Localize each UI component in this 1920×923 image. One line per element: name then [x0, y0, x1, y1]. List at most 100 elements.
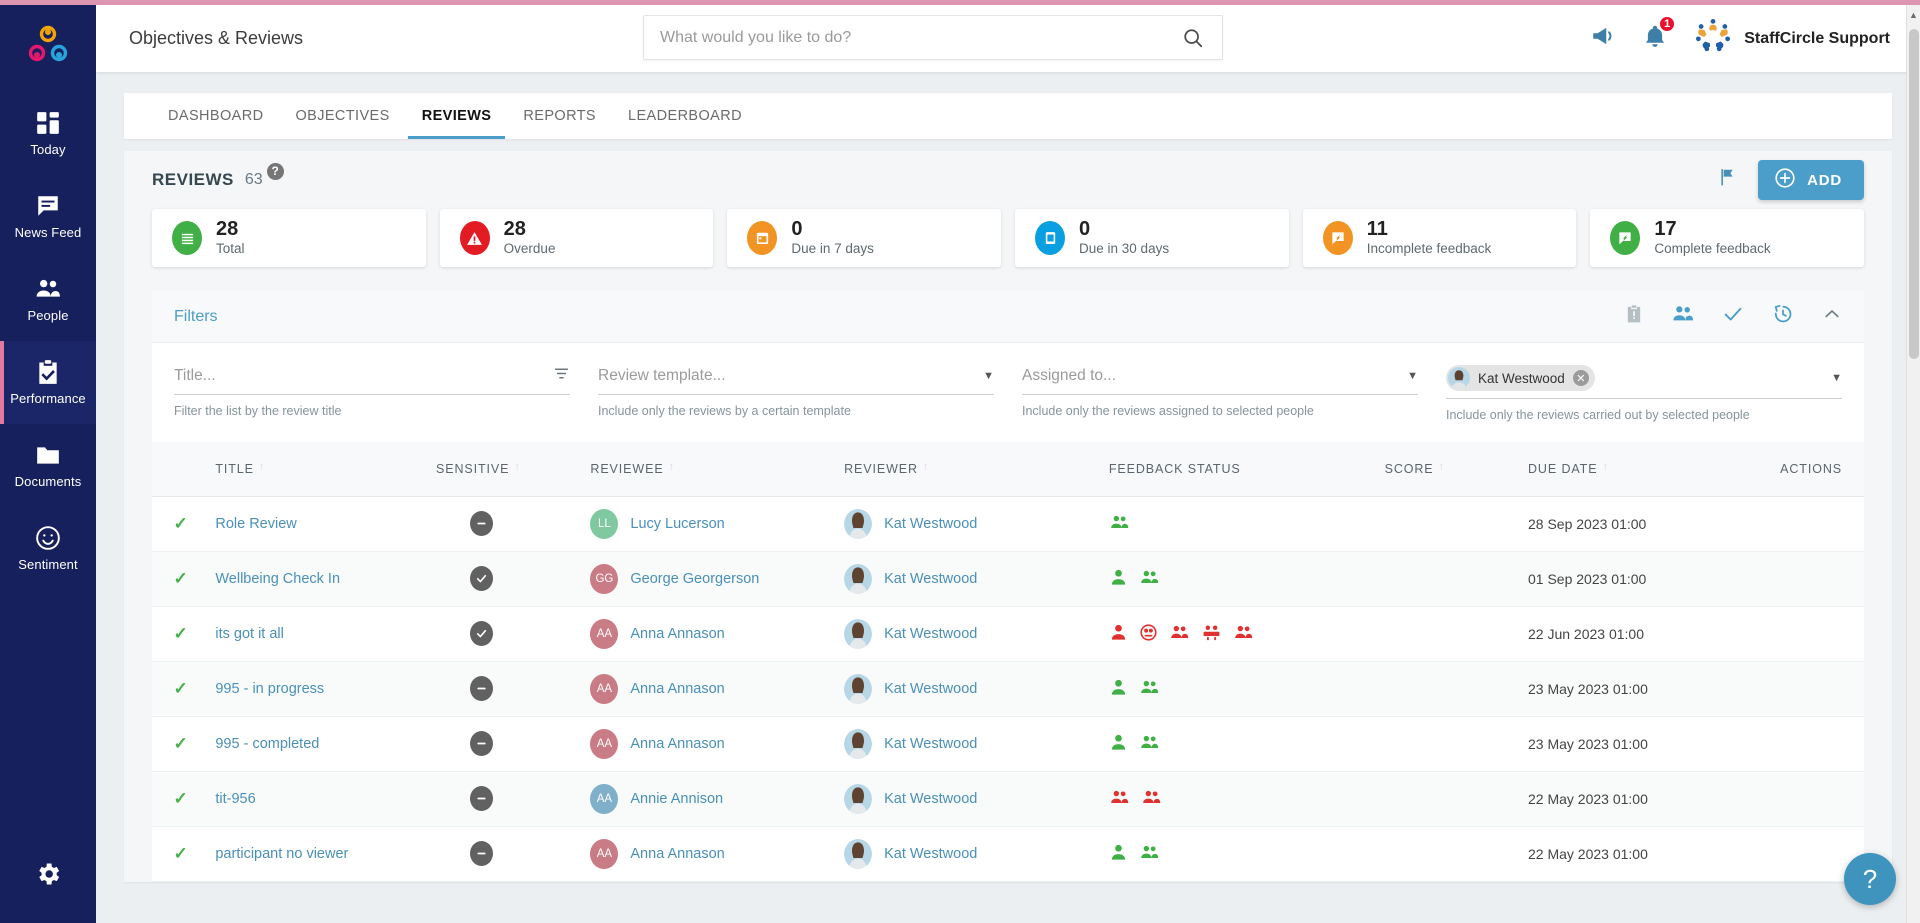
people-icon[interactable]	[1139, 678, 1160, 700]
tab-reports[interactable]: REPORTS	[507, 93, 612, 139]
stat-card-complete-feedback[interactable]: 17 Complete feedback	[1590, 209, 1865, 267]
notifications-button[interactable]: 1	[1642, 15, 1677, 54]
search-input[interactable]	[644, 28, 1164, 47]
stat-card-due-30-days[interactable]: 0 Due in 30 days	[1015, 209, 1289, 267]
reviewee-link[interactable]: Annie Annison	[630, 791, 723, 807]
table-row[interactable]: ✓ tit-956 AA Annie Annison Kat Westwood 2…	[152, 771, 1864, 826]
help-icon[interactable]: ?	[266, 162, 284, 180]
title-filter-input[interactable]	[174, 367, 545, 385]
org-menu[interactable]: StaffCircle Support	[1694, 17, 1890, 60]
reviewee-link[interactable]: Anna Annason	[630, 626, 724, 642]
table-row[interactable]: ✓ its got it all AA Anna Annason Kat West…	[152, 606, 1864, 661]
person-icon[interactable]	[1109, 568, 1128, 590]
clipboard-alert-icon[interactable]	[1624, 304, 1644, 329]
selected-person-chip[interactable]: Kat Westwood ✕	[1446, 365, 1595, 391]
person-icon[interactable]	[1109, 678, 1128, 700]
history-icon[interactable]	[1772, 303, 1794, 330]
sidebar-item-today[interactable]: Today	[0, 92, 96, 175]
review-title-link[interactable]: participant no viewer	[215, 846, 348, 862]
tab-reviews[interactable]: REVIEWS	[406, 93, 508, 139]
filter-icon[interactable]	[553, 365, 570, 387]
table-row[interactable]: ✓ 995 - in progress AA Anna Annason Kat W…	[152, 661, 1864, 716]
reviewee-link[interactable]: Anna Annason	[630, 736, 724, 752]
reviewee-link[interactable]: George Georgerson	[630, 571, 759, 587]
sidebar-item-news-feed[interactable]: News Feed	[0, 175, 96, 258]
tab-objectives[interactable]: OBJECTIVES	[279, 93, 405, 139]
reviewer-link[interactable]: Kat Westwood	[884, 846, 977, 862]
scroll-up-arrow-icon[interactable]: ▲	[1907, 7, 1920, 23]
table-row[interactable]: ✓ Role Review LL Lucy Lucerson Kat Westwo…	[152, 496, 1864, 551]
search-icon[interactable]	[1164, 27, 1222, 49]
review-title-link[interactable]: tit-956	[215, 791, 255, 807]
row-actions-cell[interactable]	[1743, 771, 1864, 826]
remove-chip-icon[interactable]: ✕	[1572, 370, 1589, 386]
carried-out-by-select[interactable]: Kat Westwood ✕ ▼	[1446, 365, 1842, 399]
people-icon[interactable]	[1141, 788, 1162, 810]
row-select-cell[interactable]: ✓	[152, 771, 209, 826]
row-select-cell[interactable]: ✓	[152, 551, 209, 606]
scrollbar-thumb[interactable]	[1909, 29, 1919, 359]
row-actions-cell[interactable]	[1743, 496, 1864, 551]
reviewer-link[interactable]: Kat Westwood	[884, 516, 977, 532]
announcements-button[interactable]	[1590, 23, 1616, 54]
person-icon[interactable]	[1109, 733, 1128, 755]
tab-dashboard[interactable]: DASHBOARD	[152, 93, 279, 139]
review-title-link[interactable]: Wellbeing Check In	[215, 571, 340, 587]
head-icon[interactable]	[1139, 623, 1158, 645]
person-icon[interactable]	[1109, 623, 1128, 645]
reviewer-link[interactable]: Kat Westwood	[884, 681, 977, 697]
assigned-to-select[interactable]: Assigned to... ▼	[1022, 365, 1418, 395]
review-title-link[interactable]: 995 - in progress	[215, 681, 324, 697]
reviewee-link[interactable]: Anna Annason	[630, 846, 724, 862]
people-icon[interactable]	[1169, 623, 1190, 645]
stat-card-due-7-days[interactable]: 0 Due in 7 days	[727, 209, 1002, 267]
row-select-cell[interactable]: ✓	[152, 661, 209, 716]
app-logo[interactable]	[0, 0, 96, 92]
stat-card-incomplete-feedback[interactable]: 11 Incomplete feedback	[1302, 209, 1577, 267]
sidebar-item-performance[interactable]: Performance	[0, 341, 96, 424]
review-template-select[interactable]: Review template... ▼	[598, 365, 994, 395]
row-actions-cell[interactable]	[1743, 606, 1864, 661]
tab-leaderboard[interactable]: LEADERBOARD	[612, 93, 758, 139]
people-icon[interactable]	[1109, 513, 1130, 535]
column-reviewee[interactable]: REVIEWEE ↑	[584, 442, 839, 497]
column-title[interactable]: TITLE ↑	[209, 442, 430, 497]
sidebar-item-people[interactable]: People	[0, 258, 96, 341]
row-actions-cell[interactable]	[1743, 551, 1864, 606]
stat-card-overdue[interactable]: 28 Overdue	[439, 209, 714, 267]
people-icon[interactable]	[1109, 788, 1130, 810]
column-score[interactable]: SCORE ↑	[1378, 442, 1522, 497]
reviewee-link[interactable]: Lucy Lucerson	[630, 516, 724, 532]
add-button[interactable]: ADD	[1758, 160, 1864, 200]
global-search[interactable]	[643, 15, 1223, 60]
reviewer-link[interactable]: Kat Westwood	[884, 736, 977, 752]
row-actions-cell[interactable]	[1743, 661, 1864, 716]
group-icon[interactable]	[1201, 623, 1222, 645]
check-icon[interactable]	[1722, 303, 1744, 330]
table-row[interactable]: ✓ participant no viewer AA Anna Annason K…	[152, 826, 1864, 881]
person-icon[interactable]	[1109, 843, 1128, 865]
people-icon[interactable]	[1139, 568, 1160, 590]
reviewer-link[interactable]: Kat Westwood	[884, 791, 977, 807]
stat-card-total[interactable]: 28 Total	[152, 209, 426, 267]
column-reviewer[interactable]: REVIEWER ↑	[838, 442, 1103, 497]
sidebar-item-sentiment[interactable]: Sentiment	[0, 507, 96, 590]
flag-icon[interactable]	[1717, 167, 1738, 193]
review-title-link[interactable]: its got it all	[215, 626, 284, 642]
settings-button[interactable]	[0, 860, 96, 893]
people-icon[interactable]	[1672, 303, 1694, 330]
row-select-cell[interactable]: ✓	[152, 716, 209, 771]
reviewer-link[interactable]: Kat Westwood	[884, 626, 977, 642]
sidebar-item-documents[interactable]: Documents	[0, 424, 96, 507]
table-row[interactable]: ✓ Wellbeing Check In GG George Georgerson…	[152, 551, 1864, 606]
column-due-date[interactable]: DUE DATE ↑	[1521, 442, 1743, 497]
row-select-cell[interactable]: ✓	[152, 606, 209, 661]
row-select-cell[interactable]: ✓	[152, 496, 209, 551]
row-select-cell[interactable]: ✓	[152, 826, 209, 881]
people-icon[interactable]	[1139, 843, 1160, 865]
review-title-link[interactable]: Role Review	[215, 516, 296, 532]
table-row[interactable]: ✓ 995 - completed AA Anna Annason Kat Wes…	[152, 716, 1864, 771]
people-icon[interactable]	[1139, 733, 1160, 755]
page-scrollbar[interactable]: ▲	[1906, 5, 1920, 923]
review-title-link[interactable]: 995 - completed	[215, 736, 319, 752]
